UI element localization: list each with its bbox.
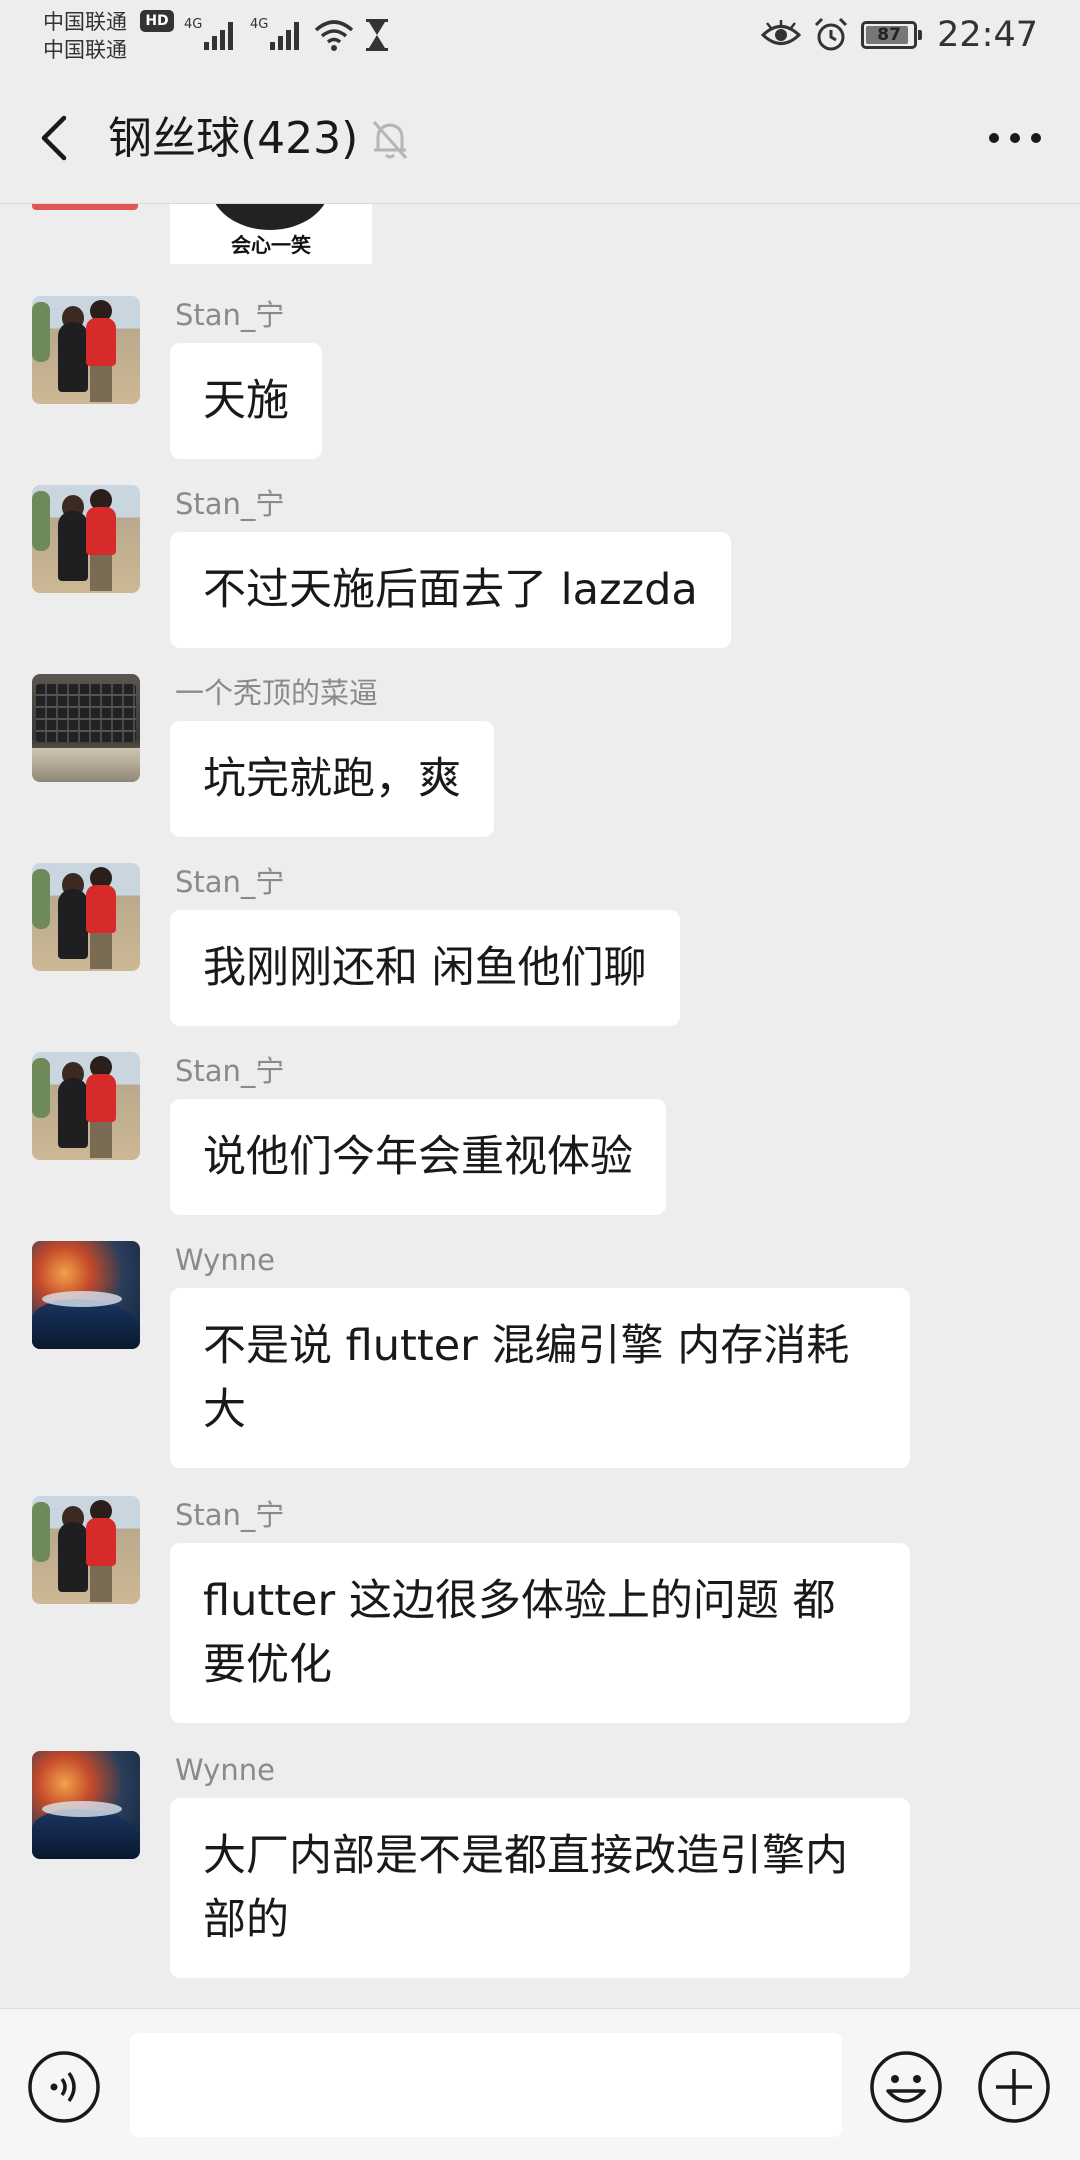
status-bar: 中国联通 中国联通 HD 4G 4G 87 22:47 xyxy=(0,0,1080,70)
alarm-icon xyxy=(815,17,848,51)
back-arrow-icon[interactable] xyxy=(30,108,80,168)
hd-badge: HD xyxy=(140,10,174,32)
message-bubble[interactable]: 说他们今年会重视体验 xyxy=(170,1099,666,1215)
status-right-group: 87 22:47 xyxy=(761,10,1038,60)
avatar[interactable] xyxy=(32,1241,140,1349)
avatar[interactable] xyxy=(32,863,140,971)
sender-name: Stan_宁 xyxy=(175,298,285,332)
network-1-label: 4G xyxy=(184,17,202,32)
message-bubble[interactable]: 不过天施后面去了 lazzda xyxy=(170,532,731,648)
chat-header: 钢丝球(423) xyxy=(0,70,1080,204)
message-bubble[interactable]: 大厂内部是不是都直接改造引擎内部的 xyxy=(170,1798,910,1978)
chat-message-list[interactable]: 会心一笑 Stan_宁 天施 Stan_宁 不过天施后面去了 lazzda 一个… xyxy=(0,204,1080,2008)
sender-name: Stan_宁 xyxy=(175,865,285,899)
sender-name: Stan_宁 xyxy=(175,487,285,521)
message-bubble[interactable]: flutter 这边很多体验上的问题 都要优化 xyxy=(170,1543,910,1723)
mute-bell-icon xyxy=(372,121,408,159)
carrier-1: 中国联通 xyxy=(43,10,127,34)
carrier-2: 中国联通 xyxy=(43,38,127,62)
signal-icon: 4G xyxy=(250,17,299,50)
more-dots-icon[interactable] xyxy=(980,110,1050,166)
signal-icon: 4G xyxy=(184,17,233,50)
sender-name: Wynne xyxy=(175,1243,275,1277)
sticker-caption: 会心一笑 xyxy=(231,233,311,257)
sticker-face xyxy=(210,204,330,230)
chat-title: 钢丝球(423) xyxy=(108,113,359,164)
hourglass-icon xyxy=(366,19,388,51)
message-bubble[interactable]: 天施 xyxy=(170,343,322,459)
sender-name: 一个秃顶的菜逼 xyxy=(175,676,379,710)
sender-name: Stan_宁 xyxy=(175,1498,285,1532)
eye-icon xyxy=(761,20,802,45)
avatar[interactable] xyxy=(32,296,140,404)
battery-icon: 87 xyxy=(861,21,923,49)
avatar[interactable] xyxy=(32,204,138,210)
sender-name: Wynne xyxy=(175,1753,275,1787)
network-2-label: 4G xyxy=(250,17,268,32)
message-bubble[interactable]: 不是说 flutter 混编引擎 内存消耗大 xyxy=(170,1288,910,1468)
message-bubble[interactable]: 坑完就跑，爽 xyxy=(170,721,494,837)
avatar[interactable] xyxy=(32,674,140,782)
battery-level: 87 xyxy=(877,25,901,45)
plus-icon[interactable] xyxy=(976,2049,1052,2125)
message-input[interactable] xyxy=(130,2033,842,2137)
emoji-icon[interactable] xyxy=(868,2049,944,2125)
avatar[interactable] xyxy=(32,1496,140,1604)
sender-name: Stan_宁 xyxy=(175,1054,285,1088)
voice-icon[interactable] xyxy=(26,2049,102,2125)
avatar[interactable] xyxy=(32,1052,140,1160)
wifi-icon xyxy=(314,20,354,51)
sticker-image[interactable]: 会心一笑 xyxy=(170,204,372,264)
input-bar xyxy=(0,2008,1080,2160)
avatar[interactable] xyxy=(32,1751,140,1859)
carrier-labels: 中国联通 中国联通 xyxy=(43,8,127,64)
message-bubble[interactable]: 我刚刚还和 闲鱼他们聊 xyxy=(170,910,680,1026)
avatar[interactable] xyxy=(32,485,140,593)
status-time: 22:47 xyxy=(937,15,1038,55)
